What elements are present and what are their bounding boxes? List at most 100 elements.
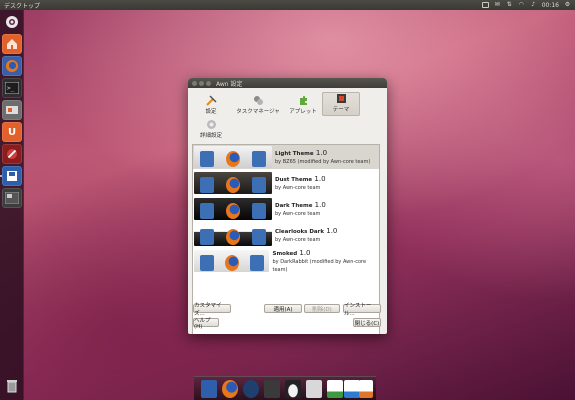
theme-row[interactable]: Dark Theme 1.0 by Awn-core team [193,197,379,221]
launcher-software-center[interactable]: U [2,122,22,142]
launcher-trash[interactable] [2,376,22,396]
awn-settings-icon [7,171,17,181]
tab-themes-label: テーマ [332,107,350,113]
launcher-awn-settings[interactable] [2,166,22,186]
volume-icon[interactable]: ♪ [530,2,537,8]
theme-info: Dark Theme 1.0 by Awn-core team [275,201,326,218]
launcher-firefox[interactable] [2,56,22,76]
firefox-icon [6,60,18,72]
theme-preview-app-icon [200,177,214,193]
dock-terminal-icon[interactable] [264,380,280,398]
theme-row[interactable]: Light Theme 1.0 by BZ65 (modified by Awn… [193,145,379,169]
wifi-icon[interactable]: ◠ [518,2,525,8]
theme-row[interactable]: Clearlooks Dark 1.0 by Awn-core team [193,223,379,247]
customize-button[interactable]: カスタマイズ... [193,303,231,317]
network-icon[interactable]: ⇅ [506,2,513,8]
theme-preview-app-icon [252,229,266,245]
maximize-window-button[interactable] [206,80,211,86]
tab-advanced-label: 詳細設定 [199,133,222,139]
theme-preview-clearlooks-dark [194,224,272,246]
workspace-switcher-icon [5,192,19,204]
keyboard-indicator-icon[interactable] [481,2,489,8]
launcher: >_ U [0,10,24,400]
theme-preview-app-icon [252,203,266,219]
theme-author: by Awn-core team [275,210,321,217]
theme-info: Clearlooks Dark 1.0 by Awn-core team [275,227,337,244]
theme-preview-app-icon [252,151,266,167]
ubuntu-logo-icon [6,16,18,28]
tab-preferences[interactable]: 設定 [192,94,230,116]
theme-row[interactable]: Smoked 1.0 by DarkRabbit (modified by Aw… [193,249,379,273]
theme-preview-app-icon [200,229,214,245]
launcher-terminal[interactable]: >_ [2,78,22,98]
launcher-home-folder[interactable] [2,34,22,54]
theme-author: by BZ65 (modified by Awn-core team) [275,158,371,165]
theme-preview-firefox-icon [226,177,240,193]
trash-icon [7,380,17,393]
launcher-workspaces[interactable] [2,188,22,208]
theme-version: 1.0 [326,226,338,235]
theme-preview-firefox-icon [226,229,240,245]
delete-button[interactable]: 削除(D) [304,304,340,313]
theme-name: Clearlooks Dark [275,228,325,235]
gear-icon[interactable]: ⚙ [564,2,571,8]
task-manager-icon [253,96,263,105]
help-button[interactable]: ヘルプ(H) [193,318,219,330]
install-button[interactable]: インストール... [343,303,381,317]
mail-icon[interactable]: ✉ [494,2,501,8]
theme-preview-app-icon [200,203,214,219]
terminal-icon: >_ [5,82,19,94]
theme-name: Light Theme [275,150,314,157]
tab-advanced[interactable]: 詳細設定 [192,118,230,140]
theme-preview-dust [194,172,272,194]
theme-version: 1.0 [299,248,311,257]
theme-author: by Awn-core team [275,184,321,191]
running-indicator [0,175,2,177]
close-window-button[interactable] [192,80,197,86]
dock-penguin-icon[interactable] [285,380,301,398]
theme-preview-app-icon [252,177,266,193]
tab-preferences-label: 設定 [205,109,217,115]
apply-button[interactable]: 適用(A) [264,304,302,313]
top-panel: デスクトップ ✉ ⇅ ◠ ♪ 00:16 ⚙ [0,0,575,10]
dock-presentation-icon[interactable] [359,380,373,398]
theme-version: 1.0 [314,200,326,209]
dock-document-icon[interactable] [344,380,360,398]
svg-text:>_: >_ [7,85,15,92]
tab-applets[interactable]: アプレット [284,94,322,116]
theme-preview-firefox-icon [224,255,239,271]
dock-spreadsheet-icon[interactable] [327,380,343,398]
theme-info: Dust Theme 1.0 by Awn-core team [275,175,326,192]
theme-row[interactable]: Dust Theme 1.0 by Awn-core team [193,171,379,195]
tab-themes[interactable]: テーマ [322,92,360,116]
system-settings-icon [6,106,18,114]
launcher-tools[interactable] [2,144,22,164]
desktop-title: デスクトップ [4,2,41,10]
theme-author: by DarkRabbit (modified by Awn-core team… [272,258,367,273]
theme-info: Smoked 1.0 by DarkRabbit (modified by Aw… [272,249,379,274]
tab-applets-label: アプレット [289,109,317,115]
launcher-settings[interactable] [2,100,22,120]
theme-preview-smoked [194,250,270,272]
theme-name: Dust Theme [275,176,313,183]
theme-name: Dark Theme [275,202,313,209]
dock-media-icon[interactable] [243,380,259,398]
settings-toolbar: 設定 タスクマネージャ アプレット テーマ 詳細設定 [192,92,383,142]
clock[interactable]: 00:16 [542,2,559,9]
tab-task-manager[interactable]: タスクマネージャ [234,94,282,116]
theme-name: Smoked [272,250,298,257]
dock-awn-settings-icon[interactable] [201,380,217,398]
theme-info: Light Theme 1.0 by BZ65 (modified by Awn… [275,149,370,166]
awn-settings-dialog: Awn 設定 設定 タスクマネージャ アプレット テーマ 詳細設定 Light … [188,78,387,334]
dash-button[interactable] [2,12,22,32]
theme-preview-app-icon [249,255,264,271]
tab-task-manager-label: タスクマネージャ [236,109,280,115]
dock-firefox-icon[interactable] [222,380,238,398]
indicator-area: ✉ ⇅ ◠ ♪ 00:16 ⚙ [481,2,571,9]
theme-preview-dark [194,198,272,220]
close-button[interactable]: 閉じる(C) [353,318,381,327]
minimize-window-button[interactable] [199,80,204,86]
dialog-titlebar[interactable]: Awn 設定 [188,78,387,88]
dock-printer-icon[interactable] [306,380,322,398]
theme-preview-app-icon [199,255,214,271]
